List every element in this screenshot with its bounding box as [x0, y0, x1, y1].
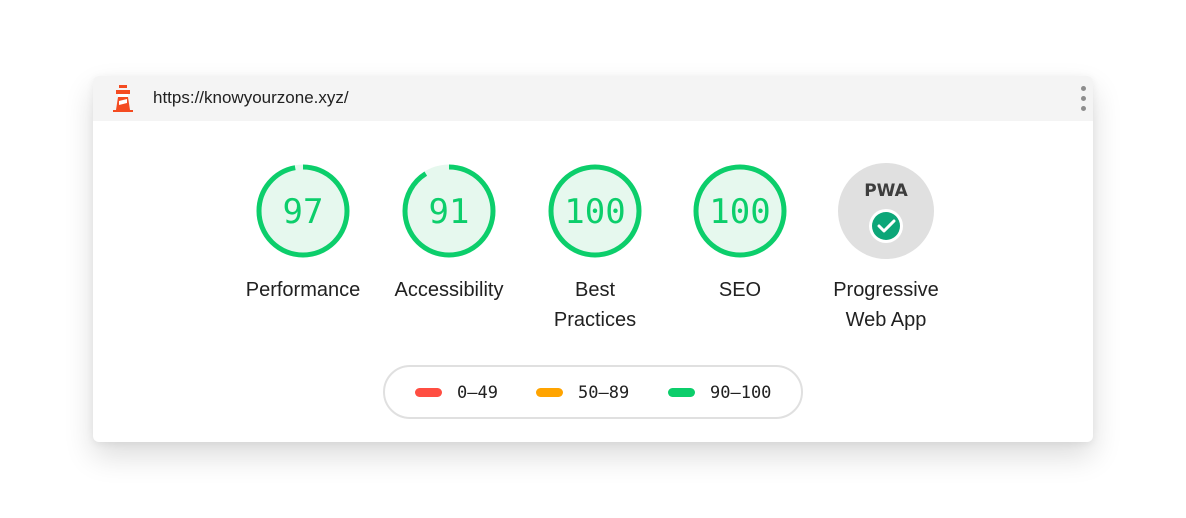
check-circle-icon	[869, 209, 903, 243]
gauge-ring: 97	[256, 164, 350, 258]
gauge-score: 100	[564, 192, 625, 232]
gauge-best-practices[interactable]: 100 Best Practices	[520, 161, 670, 335]
gauge-label: SEO	[718, 279, 762, 301]
page-url[interactable]: https://knowyourzone.xyz/	[153, 88, 349, 108]
gauge-score: 97	[283, 192, 324, 232]
gauge-pwa[interactable]: PWA Progressive Web App	[811, 161, 961, 335]
gauge-label: Progressive Web App	[833, 279, 939, 331]
gauge-score: 91	[429, 192, 470, 232]
lighthouse-report-card: https://knowyourzone.xyz/ 97 Performance…	[93, 76, 1093, 442]
gauge-performance[interactable]: 97 Performance	[228, 161, 378, 305]
score-legend: 0–49 50–89 90–100	[383, 365, 803, 419]
lighthouse-icon	[113, 85, 133, 112]
legend-swatch-orange	[536, 388, 563, 397]
pwa-logo-text: PWA	[864, 181, 908, 201]
gauge-label: Performance	[245, 279, 361, 301]
legend-swatch-red	[415, 388, 442, 397]
legend-swatch-green	[668, 388, 695, 397]
report-topbar: https://knowyourzone.xyz/	[93, 76, 1093, 121]
gauge-score: 100	[709, 192, 770, 232]
gauge-seo[interactable]: 100 SEO	[665, 161, 815, 305]
kebab-menu-icon[interactable]	[1073, 85, 1093, 113]
gauge-label: Best Practices	[553, 279, 637, 331]
gauge-ring: 91	[402, 164, 496, 258]
gauge-label: Accessibility	[394, 279, 504, 301]
gauge-ring: 100	[693, 164, 787, 258]
gauge-accessibility[interactable]: 91 Accessibility	[374, 161, 524, 305]
gauge-ring: 100	[548, 164, 642, 258]
pwa-badge: PWA	[838, 163, 934, 259]
